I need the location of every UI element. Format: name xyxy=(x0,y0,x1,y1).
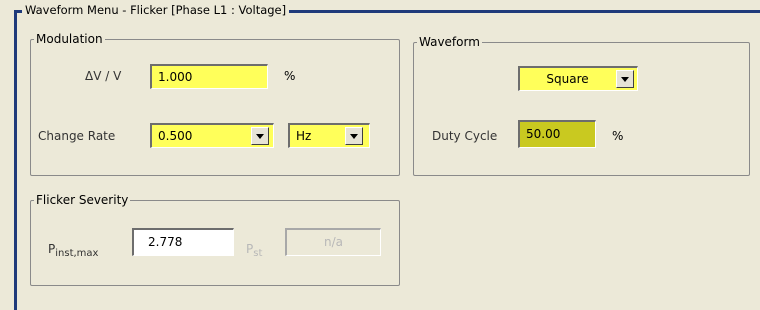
flicker-severity-legend: Flicker Severity xyxy=(34,193,131,207)
pst-label: Pst xyxy=(246,241,262,259)
dv-unit: % xyxy=(284,69,296,83)
rate-unit-dropdown-button[interactable] xyxy=(345,127,363,145)
pinst-label-sub: inst,max xyxy=(55,248,99,259)
dv-field[interactable]: 1.000 xyxy=(150,64,268,89)
pst-field: n/a xyxy=(285,228,381,256)
waveform-legend: Waveform xyxy=(417,35,482,49)
pinst-max-label: Pinst,max xyxy=(48,241,98,259)
pinst-max-field: 2.778 xyxy=(132,228,234,256)
waveform-group xyxy=(413,42,750,176)
dv-label: ΔV / V xyxy=(85,69,122,83)
modulation-legend: Modulation xyxy=(34,32,105,46)
modulation-group xyxy=(30,39,400,176)
pst-label-sub: st xyxy=(253,248,263,259)
duty-cycle-field[interactable]: 50.00 xyxy=(518,120,596,148)
window-frame-left xyxy=(14,10,17,310)
change-rate-label: Change Rate xyxy=(38,129,116,143)
duty-cycle-unit: % xyxy=(612,129,624,143)
waveform-shape-dropdown-button[interactable] xyxy=(616,70,634,88)
change-rate-dropdown-button[interactable] xyxy=(251,127,269,145)
window-title: Waveform Menu - Flicker [Phase L1 : Volt… xyxy=(22,3,290,17)
duty-cycle-label: Duty Cycle xyxy=(432,129,498,143)
